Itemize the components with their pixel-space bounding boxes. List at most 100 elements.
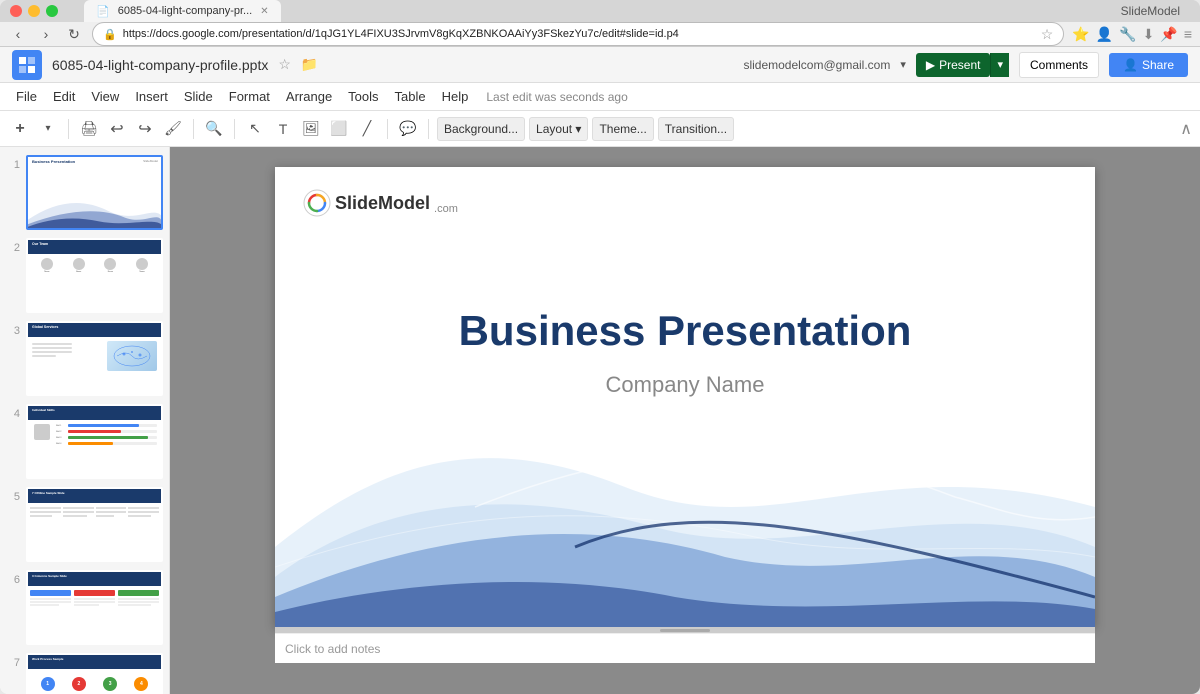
- slide-preview-5[interactable]: 7 CRtline Sample Slide: [26, 487, 163, 562]
- transition-button[interactable]: Transition...: [658, 117, 734, 141]
- slide-thumb-1[interactable]: 1 Business Presentation SlideModel: [6, 155, 163, 230]
- profile-icon[interactable]: 👤: [1096, 26, 1113, 43]
- zoom-button[interactable]: 🔍: [202, 117, 226, 141]
- slide-preview-4[interactable]: Individual Skills Skill 1 Skill 2 Skill …: [26, 404, 163, 479]
- app-logo: [12, 50, 42, 80]
- bookmark-icon[interactable]: ⭐: [1072, 26, 1089, 43]
- slide-logo: SlideModel .com: [303, 189, 458, 217]
- extension2-icon[interactable]: ⬇: [1143, 26, 1155, 43]
- menu-table[interactable]: Table: [387, 85, 434, 108]
- slide-3-thumbnail: Global Services: [28, 323, 161, 394]
- menu-file[interactable]: File: [8, 85, 45, 108]
- slide-preview-6[interactable]: 3 Columns Sample Slide: [26, 570, 163, 645]
- slide-thumb-4[interactable]: 4 Individual Skills Skill 1 Skill 2 Skil…: [6, 404, 163, 479]
- paint-format-button[interactable]: 🖌: [161, 117, 185, 141]
- tab-favicon: 📄: [96, 5, 110, 18]
- person-icon: 👤: [1123, 58, 1138, 72]
- slide-number-6: 6: [6, 574, 20, 586]
- toolbar-separator-2: [193, 119, 194, 139]
- browser-tab[interactable]: 📄 6085-04-light-company-pr... ✕: [84, 0, 281, 22]
- address-bar: ‹ › ↻ 🔒 https://docs.google.com/presenta…: [0, 22, 1200, 47]
- menu-arrange[interactable]: Arrange: [278, 85, 340, 108]
- layout-button[interactable]: Layout ▾: [529, 117, 588, 141]
- menu-tools[interactable]: Tools: [340, 85, 386, 108]
- slide-4-thumbnail: Individual Skills Skill 1 Skill 2 Skill …: [28, 406, 161, 477]
- slide-1-thumbnail: Business Presentation SlideModel: [28, 157, 161, 228]
- slide-thumb-5[interactable]: 5 7 CRtline Sample Slide: [6, 487, 163, 562]
- notes-container: Click to add notes: [275, 627, 1095, 663]
- reload-button[interactable]: ↻: [64, 24, 84, 44]
- forward-button[interactable]: ›: [36, 24, 56, 44]
- slide-number-5: 5: [6, 491, 20, 503]
- notes-placeholder: Click to add notes: [285, 642, 380, 656]
- zoom-in-button[interactable]: +: [8, 117, 32, 141]
- slide-number-7: 7: [6, 657, 20, 669]
- undo-button[interactable]: ↩: [105, 117, 129, 141]
- header-right: slidemodelcom@gmail.com ▾ ▶ Present ▾ Co…: [743, 52, 1188, 78]
- toolbar-separator-4: [387, 119, 388, 139]
- toolbar-separator-1: [68, 119, 69, 139]
- slide-thumb-6[interactable]: 6 3 Columns Sample Slide: [6, 570, 163, 645]
- shapes-tool[interactable]: ⬜: [327, 117, 351, 141]
- slide-title: Business Presentation: [275, 307, 1095, 355]
- extension1-icon[interactable]: 🔧: [1119, 26, 1136, 43]
- maximize-button[interactable]: [46, 5, 58, 17]
- lock-icon: 🔒: [103, 28, 117, 41]
- tab-close-button[interactable]: ✕: [260, 6, 268, 17]
- back-button[interactable]: ‹: [8, 24, 28, 44]
- slide-6-thumbnail: 3 Columns Sample Slide: [28, 572, 161, 643]
- extension4-icon[interactable]: ≡: [1184, 26, 1192, 42]
- menu-insert[interactable]: Insert: [127, 85, 176, 108]
- close-button[interactable]: [10, 5, 22, 17]
- share-button[interactable]: 👤 Share: [1109, 53, 1188, 77]
- image-tool[interactable]: 🖼: [299, 117, 323, 141]
- slide-thumb-2[interactable]: 2 Our Team Name Name Name Name: [6, 238, 163, 313]
- url-text: https://docs.google.com/presentation/d/1…: [123, 28, 1035, 40]
- slide-7-thumbnail: Work Process Sample 1 2 3 4: [28, 655, 161, 694]
- url-bar[interactable]: 🔒 https://docs.google.com/presentation/d…: [92, 22, 1064, 46]
- print-button[interactable]: 🖨: [77, 117, 101, 141]
- redo-button[interactable]: ↪: [133, 117, 157, 141]
- theme-button[interactable]: Theme...: [592, 117, 653, 141]
- address-icons: ⭐ 👤 🔧 ⬇ 📌 ≡: [1072, 26, 1192, 43]
- menu-format[interactable]: Format: [221, 85, 278, 108]
- star-icon[interactable]: ☆: [1041, 26, 1054, 43]
- toolbar-separator-3: [234, 119, 235, 139]
- background-button[interactable]: Background...: [437, 117, 525, 141]
- slide-canvas[interactable]: SlideModel .com Business Presentation Co…: [275, 167, 1095, 627]
- slide-thumb-7[interactable]: 7 Work Process Sample 1 2 3 4: [6, 653, 163, 694]
- cursor-tool[interactable]: ↖: [243, 117, 267, 141]
- line-tool[interactable]: ╱: [355, 117, 379, 141]
- dropdown-icon[interactable]: ▾: [900, 58, 906, 71]
- folder-icon[interactable]: 📁: [301, 56, 318, 73]
- comment-tool[interactable]: 💬: [396, 117, 420, 141]
- menu-help[interactable]: Help: [434, 85, 477, 108]
- slide-subtitle: Company Name: [275, 372, 1095, 398]
- present-button[interactable]: ▶ Present: [916, 53, 991, 77]
- menu-slide[interactable]: Slide: [176, 85, 221, 108]
- minimize-button[interactable]: [28, 5, 40, 17]
- toolbar-separator-5: [428, 119, 429, 139]
- slide-preview-7[interactable]: Work Process Sample 1 2 3 4: [26, 653, 163, 694]
- zoom-dropdown-button[interactable]: ▾: [36, 117, 60, 141]
- slide-number-3: 3: [6, 325, 20, 337]
- slide-1-wave-thumb: [28, 193, 161, 229]
- favorite-icon[interactable]: ☆: [278, 56, 291, 73]
- app: 6085-04-light-company-profile.pptx ☆ 📁 s…: [0, 47, 1200, 694]
- text-tool[interactable]: T: [271, 117, 295, 141]
- present-dropdown-button[interactable]: ▾: [990, 53, 1009, 77]
- collapse-toolbar-button[interactable]: ∧: [1180, 119, 1192, 139]
- browser-window: 📄 6085-04-light-company-pr... ✕ SlideMod…: [0, 0, 1200, 694]
- menu-edit[interactable]: Edit: [45, 85, 83, 108]
- comments-button[interactable]: Comments: [1019, 52, 1099, 78]
- slide-preview-3[interactable]: Global Services: [26, 321, 163, 396]
- extension3-icon[interactable]: 📌: [1160, 26, 1177, 43]
- slide-preview-2[interactable]: Our Team Name Name Name Name: [26, 238, 163, 313]
- toolbar-right: ∧: [1180, 119, 1192, 139]
- slide-preview-1[interactable]: Business Presentation SlideModel: [26, 155, 163, 230]
- notes-area[interactable]: Click to add notes: [275, 633, 1095, 663]
- slide-thumb-3[interactable]: 3 Global Services: [6, 321, 163, 396]
- slide-2-thumbnail: Our Team Name Name Name Name: [28, 240, 161, 311]
- slide-number-2: 2: [6, 242, 20, 254]
- menu-view[interactable]: View: [83, 85, 127, 108]
